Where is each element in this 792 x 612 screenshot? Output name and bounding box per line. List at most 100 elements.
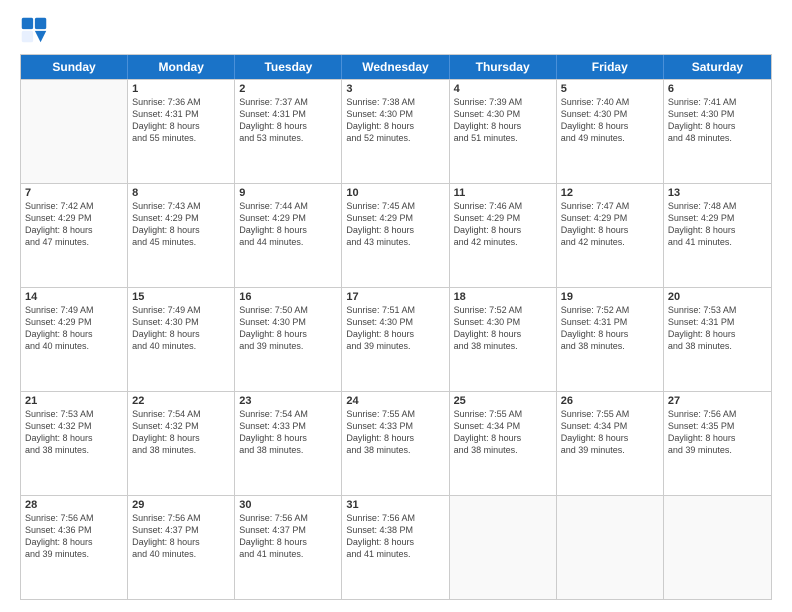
cell-line: Daylight: 8 hours <box>239 536 337 548</box>
cell-line: Daylight: 8 hours <box>561 120 659 132</box>
cell-line: Sunrise: 7:36 AM <box>132 96 230 108</box>
cell-line: Sunrise: 7:56 AM <box>668 408 767 420</box>
cell-line: Daylight: 8 hours <box>132 120 230 132</box>
day-number: 12 <box>561 187 659 199</box>
header-day-friday: Friday <box>557 55 664 79</box>
cell-line: and 43 minutes. <box>346 236 444 248</box>
cell-line: Sunset: 4:30 PM <box>346 108 444 120</box>
cell-line: Daylight: 8 hours <box>454 120 552 132</box>
day-number: 13 <box>668 187 767 199</box>
cell-line: Sunset: 4:34 PM <box>454 420 552 432</box>
day-cell-8: 8Sunrise: 7:43 AMSunset: 4:29 PMDaylight… <box>128 184 235 287</box>
day-number: 2 <box>239 83 337 95</box>
cell-line: Daylight: 8 hours <box>239 328 337 340</box>
logo-icon <box>20 16 48 44</box>
cell-line: Daylight: 8 hours <box>346 536 444 548</box>
day-cell-4: 4Sunrise: 7:39 AMSunset: 4:30 PMDaylight… <box>450 80 557 183</box>
day-number: 14 <box>25 291 123 303</box>
day-cell-12: 12Sunrise: 7:47 AMSunset: 4:29 PMDayligh… <box>557 184 664 287</box>
cell-line: Sunrise: 7:43 AM <box>132 200 230 212</box>
cell-line: Sunrise: 7:52 AM <box>454 304 552 316</box>
cell-line: Sunset: 4:34 PM <box>561 420 659 432</box>
day-cell-27: 27Sunrise: 7:56 AMSunset: 4:35 PMDayligh… <box>664 392 771 495</box>
cell-line: Sunrise: 7:56 AM <box>25 512 123 524</box>
cell-line: and 39 minutes. <box>346 340 444 352</box>
cell-line: Daylight: 8 hours <box>454 328 552 340</box>
day-number: 24 <box>346 395 444 407</box>
header-day-monday: Monday <box>128 55 235 79</box>
header-day-sunday: Sunday <box>21 55 128 79</box>
cell-line: Sunrise: 7:54 AM <box>132 408 230 420</box>
day-cell-14: 14Sunrise: 7:49 AMSunset: 4:29 PMDayligh… <box>21 288 128 391</box>
calendar-row-1: 7Sunrise: 7:42 AMSunset: 4:29 PMDaylight… <box>21 183 771 287</box>
cell-line: and 39 minutes. <box>561 444 659 456</box>
logo <box>20 16 52 44</box>
cell-line: and 38 minutes. <box>454 444 552 456</box>
calendar: SundayMondayTuesdayWednesdayThursdayFrid… <box>20 54 772 600</box>
cell-line: Daylight: 8 hours <box>668 224 767 236</box>
cell-line: Sunset: 4:31 PM <box>668 316 767 328</box>
day-number: 7 <box>25 187 123 199</box>
cell-line: Daylight: 8 hours <box>25 224 123 236</box>
cell-line: Sunset: 4:30 PM <box>132 316 230 328</box>
calendar-row-3: 21Sunrise: 7:53 AMSunset: 4:32 PMDayligh… <box>21 391 771 495</box>
day-cell-21: 21Sunrise: 7:53 AMSunset: 4:32 PMDayligh… <box>21 392 128 495</box>
cell-line: Sunset: 4:29 PM <box>25 316 123 328</box>
day-cell-24: 24Sunrise: 7:55 AMSunset: 4:33 PMDayligh… <box>342 392 449 495</box>
cell-line: Sunrise: 7:54 AM <box>239 408 337 420</box>
calendar-row-2: 14Sunrise: 7:49 AMSunset: 4:29 PMDayligh… <box>21 287 771 391</box>
cell-line: Sunset: 4:30 PM <box>454 108 552 120</box>
cell-line: Sunset: 4:33 PM <box>346 420 444 432</box>
cell-line: Sunset: 4:30 PM <box>239 316 337 328</box>
day-cell-22: 22Sunrise: 7:54 AMSunset: 4:32 PMDayligh… <box>128 392 235 495</box>
cell-line: and 47 minutes. <box>25 236 123 248</box>
cell-line: Sunset: 4:29 PM <box>239 212 337 224</box>
cell-line: Sunset: 4:29 PM <box>346 212 444 224</box>
day-cell-30: 30Sunrise: 7:56 AMSunset: 4:37 PMDayligh… <box>235 496 342 599</box>
cell-line: Sunrise: 7:37 AM <box>239 96 337 108</box>
header-day-thursday: Thursday <box>450 55 557 79</box>
cell-line: and 49 minutes. <box>561 132 659 144</box>
header-day-tuesday: Tuesday <box>235 55 342 79</box>
cell-line: Sunset: 4:37 PM <box>132 524 230 536</box>
day-cell-31: 31Sunrise: 7:56 AMSunset: 4:38 PMDayligh… <box>342 496 449 599</box>
cell-line: Sunrise: 7:47 AM <box>561 200 659 212</box>
cell-line: and 48 minutes. <box>668 132 767 144</box>
day-cell-18: 18Sunrise: 7:52 AMSunset: 4:30 PMDayligh… <box>450 288 557 391</box>
cell-line: and 41 minutes. <box>346 548 444 560</box>
cell-line: Sunrise: 7:53 AM <box>25 408 123 420</box>
day-cell-15: 15Sunrise: 7:49 AMSunset: 4:30 PMDayligh… <box>128 288 235 391</box>
day-cell-13: 13Sunrise: 7:48 AMSunset: 4:29 PMDayligh… <box>664 184 771 287</box>
day-number: 5 <box>561 83 659 95</box>
cell-line: and 38 minutes. <box>239 444 337 456</box>
day-number: 15 <box>132 291 230 303</box>
day-cell-17: 17Sunrise: 7:51 AMSunset: 4:30 PMDayligh… <box>342 288 449 391</box>
cell-line: Sunset: 4:29 PM <box>561 212 659 224</box>
header-day-saturday: Saturday <box>664 55 771 79</box>
cell-line: Daylight: 8 hours <box>132 432 230 444</box>
day-cell-28: 28Sunrise: 7:56 AMSunset: 4:36 PMDayligh… <box>21 496 128 599</box>
cell-line: Daylight: 8 hours <box>668 432 767 444</box>
cell-line: and 39 minutes. <box>668 444 767 456</box>
empty-cell-0-0 <box>21 80 128 183</box>
cell-line: Daylight: 8 hours <box>346 120 444 132</box>
day-number: 30 <box>239 499 337 511</box>
cell-line: Daylight: 8 hours <box>346 224 444 236</box>
cell-line: Daylight: 8 hours <box>132 224 230 236</box>
cell-line: Daylight: 8 hours <box>25 328 123 340</box>
day-number: 1 <box>132 83 230 95</box>
cell-line: Sunrise: 7:45 AM <box>346 200 444 212</box>
cell-line: and 55 minutes. <box>132 132 230 144</box>
cell-line: and 38 minutes. <box>668 340 767 352</box>
header <box>20 16 772 44</box>
cell-line: Daylight: 8 hours <box>132 328 230 340</box>
cell-line: and 38 minutes. <box>132 444 230 456</box>
cell-line: Sunset: 4:31 PM <box>132 108 230 120</box>
cell-line: and 41 minutes. <box>239 548 337 560</box>
cell-line: Sunset: 4:30 PM <box>346 316 444 328</box>
day-number: 27 <box>668 395 767 407</box>
day-cell-5: 5Sunrise: 7:40 AMSunset: 4:30 PMDaylight… <box>557 80 664 183</box>
cell-line: Sunrise: 7:40 AM <box>561 96 659 108</box>
day-number: 17 <box>346 291 444 303</box>
cell-line: Sunrise: 7:56 AM <box>132 512 230 524</box>
